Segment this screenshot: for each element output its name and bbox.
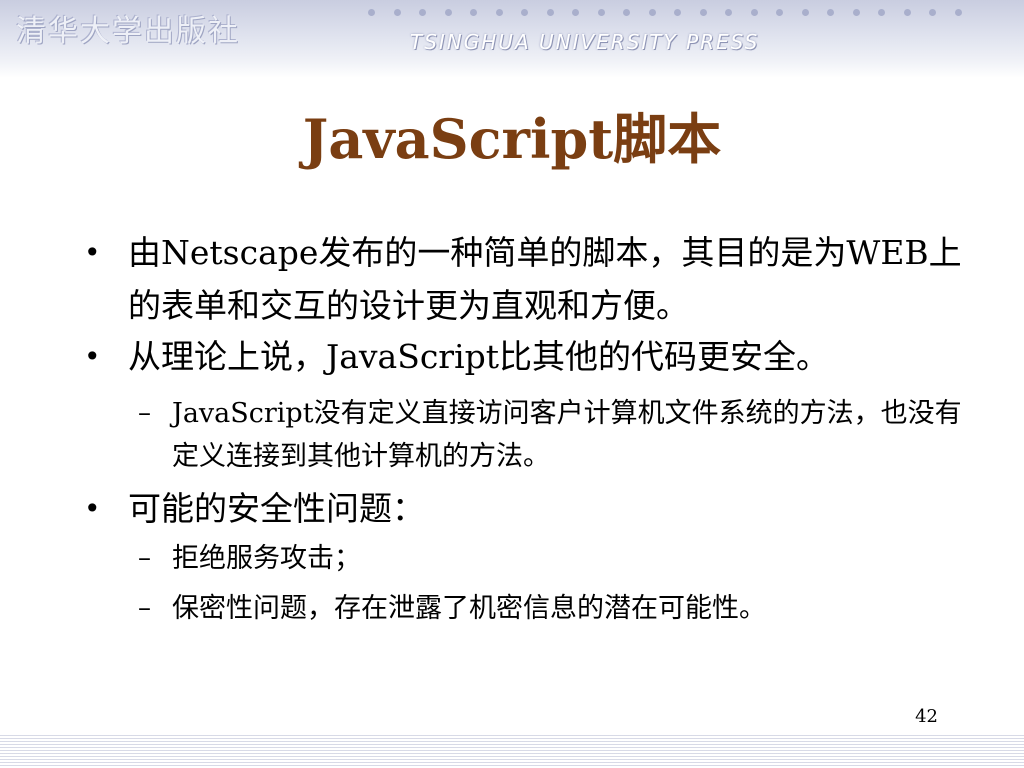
bullet-text: 可能的安全性问题：	[128, 489, 425, 528]
sub-bullet-marker: –	[138, 593, 151, 623]
bullet-marker: •	[84, 492, 101, 525]
bullet-item: • 由Netscape发布的一种简单的脚本，其目的是为WEB上的表单和交互的设计…	[84, 226, 968, 332]
decorative-dot	[470, 9, 477, 16]
decorative-dot	[419, 9, 426, 16]
decorative-dot	[878, 9, 885, 16]
decorative-dot	[827, 9, 834, 16]
sub-bullet-marker: –	[138, 543, 151, 573]
bullet-item: • 从理论上说，JavaScript比其他的代码更安全。	[84, 330, 968, 383]
sub-bullet-item: – 拒绝服务攻击；	[138, 537, 972, 580]
decorative-dot	[699, 9, 707, 16]
page-number: 42	[915, 706, 938, 727]
decorative-dot	[674, 9, 681, 16]
sub-bullet-text: JavaScript没有定义直接访问客户计算机文件系统的方法，也没有定义连接到其…	[172, 398, 962, 472]
decorative-dot	[929, 9, 936, 16]
bullet-marker: •	[84, 340, 101, 373]
sub-bullet-item: – JavaScript没有定义直接访问客户计算机文件系统的方法，也没有定义连接…	[138, 392, 972, 478]
slide-title: JavaScript脚本	[302, 107, 722, 171]
sub-bullet-text: 保密性问题，存在泄露了机密信息的潜在可能性。	[172, 593, 766, 624]
decorative-dot	[521, 9, 528, 16]
decorative-dot	[852, 9, 860, 16]
bullet-marker: •	[84, 236, 101, 269]
sub-bullet-item: – 保密性问题，存在泄露了机密信息的潜在可能性。	[138, 587, 972, 630]
decorative-dot	[776, 9, 783, 16]
decorative-dot	[393, 9, 401, 16]
sub-bullet-marker: –	[138, 398, 151, 428]
bullet-item: • 可能的安全性问题：	[84, 482, 968, 535]
decorative-dot	[444, 9, 452, 16]
footer-band	[0, 735, 1024, 768]
sub-bullet-text: 拒绝服务攻击；	[172, 543, 361, 574]
bullet-text: 从理论上说，JavaScript比其他的代码更安全。	[128, 337, 830, 376]
decorative-dot	[495, 9, 503, 16]
decorative-dot	[801, 9, 809, 16]
publisher-logo: 清华大学出版社	[16, 14, 240, 49]
decorative-dot-row	[368, 9, 962, 17]
header-banner: 清华大学出版社 TSINGHUA UNIVERSITY PRESS	[0, 0, 1024, 78]
decorative-dot	[368, 9, 375, 16]
decorative-dot	[597, 9, 605, 16]
decorative-dot	[546, 9, 554, 16]
decorative-dot	[750, 9, 758, 16]
press-name: TSINGHUA UNIVERSITY PRESS	[410, 30, 760, 54]
decorative-dot	[572, 9, 579, 16]
bullet-text: 由Netscape发布的一种简单的脚本，其目的是为WEB上的表单和交互的设计更为…	[128, 233, 962, 325]
decorative-dot	[648, 9, 656, 16]
decorative-dot	[623, 9, 630, 16]
decorative-dot	[725, 9, 732, 16]
decorative-dot	[954, 9, 962, 16]
decorative-dot	[903, 9, 911, 16]
